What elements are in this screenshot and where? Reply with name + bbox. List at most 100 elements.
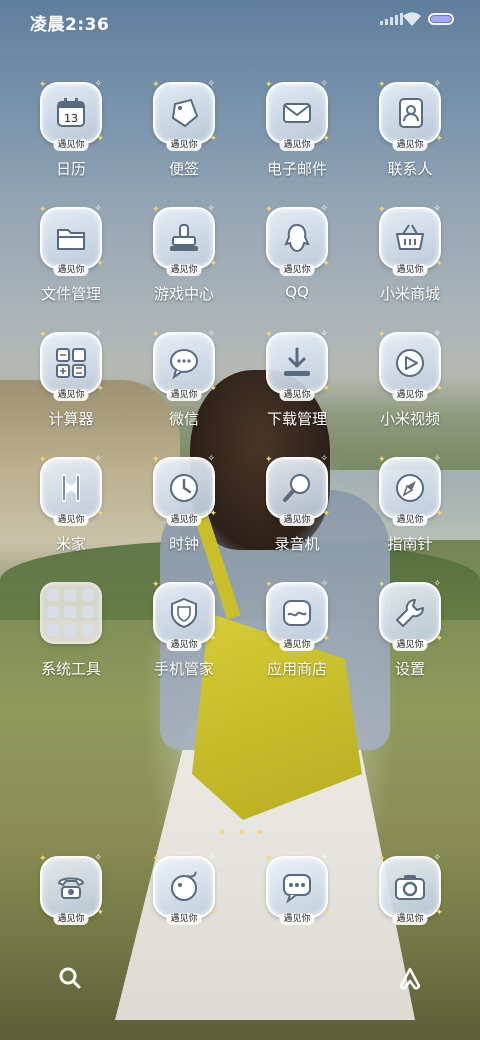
app-badge: 遇见你 xyxy=(279,139,315,151)
qq-icon xyxy=(268,209,326,267)
app-label: 游戏中心 xyxy=(153,285,214,303)
app-badge: 遇见你 xyxy=(166,139,202,151)
app-label: 系统工具 xyxy=(40,660,101,678)
app-calendar[interactable]: ✦ ✦ ✧ 13 遇见你 日历 xyxy=(21,80,121,179)
dock-message[interactable]: ✦ ✦ ✧ 遇见你 xyxy=(247,854,347,925)
app-badge: 遇见你 xyxy=(392,639,428,651)
calendar-icon: 13 xyxy=(42,84,100,142)
app-folder[interactable]: ✦ ✦ ✧ 遇见你 文件管理 xyxy=(21,205,121,304)
status-bar: 凌晨2:36 xyxy=(0,0,480,40)
assistant-icon[interactable] xyxy=(395,963,425,993)
app-shop-basket[interactable]: ✦ ✦ ✧ 遇见你 小米商城 xyxy=(360,205,460,304)
contacts-icon xyxy=(381,84,439,142)
app-download[interactable]: ✦ ✦ ✧ 遇见你 下载管理 xyxy=(247,330,347,429)
app-badge: 遇见你 xyxy=(53,139,89,151)
wechat-icon xyxy=(155,334,213,392)
app-contacts[interactable]: ✦ ✦ ✧ 遇见你 联系人 xyxy=(360,80,460,179)
shop-basket-icon xyxy=(381,209,439,267)
battery-icon xyxy=(428,13,454,25)
app-wechat[interactable]: ✦ ✦ ✧ 遇见你 微信 xyxy=(134,330,234,429)
app-game-center[interactable]: ✦ ✦ ✧ 遇见你 游戏中心 xyxy=(134,205,234,304)
app-badge: 遇见你 xyxy=(279,639,315,651)
wrench-icon xyxy=(381,584,439,642)
app-label: 时钟 xyxy=(168,535,199,553)
app-label: 联系人 xyxy=(387,160,433,178)
mijia-icon xyxy=(42,459,100,517)
app-badge: 遇见你 xyxy=(392,913,428,925)
notes-icon xyxy=(155,84,213,142)
app-label: 指南针 xyxy=(387,535,433,553)
app-mail[interactable]: ✦ ✦ ✧ 遇见你 电子邮件 xyxy=(247,80,347,179)
app-notes[interactable]: ✦ ✦ ✧ 遇见你 便签 xyxy=(134,80,234,179)
app-badge: 遇见你 xyxy=(166,913,202,925)
app-label: 小米视频 xyxy=(379,410,440,428)
app-badge: 遇见你 xyxy=(166,639,202,651)
app-badge: 遇见你 xyxy=(279,389,315,401)
dock-browser[interactable]: ✦ ✦ ✧ 遇见你 xyxy=(134,854,234,925)
app-badge: 遇见你 xyxy=(392,139,428,151)
video-play-icon xyxy=(381,334,439,392)
browser-icon xyxy=(155,858,213,916)
app-label: 电子邮件 xyxy=(266,160,327,178)
svg-text:13: 13 xyxy=(64,112,78,125)
app-badge: 遇见你 xyxy=(392,389,428,401)
app-label: 下载管理 xyxy=(266,410,327,428)
dock-camera[interactable]: ✦ ✦ ✧ 遇见你 xyxy=(360,854,460,925)
app-clock[interactable]: ✦ ✦ ✧ 遇见你 时钟 xyxy=(134,455,234,554)
app-calculator[interactable]: ✦ ✦ ✧ 遇见你 计算器 xyxy=(21,330,121,429)
app-badge: 遇见你 xyxy=(166,514,202,526)
app-store-icon xyxy=(268,584,326,642)
app-label: 便签 xyxy=(168,160,199,178)
app-badge: 遇见你 xyxy=(279,264,315,276)
app-qq[interactable]: ✦ ✦ ✧ 遇见你 QQ xyxy=(247,205,347,302)
app-badge: 遇见你 xyxy=(279,913,315,925)
wifi-icon xyxy=(402,11,422,31)
app-label: 米家 xyxy=(55,535,86,553)
app-badge: 遇见你 xyxy=(53,514,89,526)
app-badge: 遇见你 xyxy=(53,264,89,276)
phone-icon xyxy=(42,858,100,916)
app-label: 录音机 xyxy=(274,535,320,553)
game-center-icon xyxy=(155,209,213,267)
app-wrench[interactable]: ✦ ✦ ✧ 遇见你 设置 xyxy=(360,580,460,679)
calculator-icon xyxy=(42,334,100,392)
app-label: 文件管理 xyxy=(40,285,101,303)
app-label: 应用商店 xyxy=(266,660,327,678)
shield-icon xyxy=(155,584,213,642)
app-badge: 遇见你 xyxy=(392,514,428,526)
page-indicator: ✦ ✦ ✦ xyxy=(218,826,268,839)
app-badge: 遇见你 xyxy=(166,264,202,276)
app-app-store[interactable]: ✦ ✦ ✧ 遇见你 应用商店 xyxy=(247,580,347,679)
dock-phone[interactable]: ✦ ✦ ✧ 遇见你 xyxy=(21,854,121,925)
app-shield[interactable]: ✦ ✦ ✧ 遇见你 手机管家 xyxy=(134,580,234,679)
app-video-play[interactable]: ✦ ✦ ✧ 遇见你 小米视频 xyxy=(360,330,460,429)
app-badge: 遇见你 xyxy=(53,389,89,401)
app-badge: 遇见你 xyxy=(53,913,89,925)
microphone-icon xyxy=(268,459,326,517)
download-icon xyxy=(268,334,326,392)
app-label: 手机管家 xyxy=(153,660,214,678)
app-folder-grid[interactable]: 系统工具 xyxy=(21,582,121,679)
app-microphone[interactable]: ✦ ✦ ✧ 遇见你 录音机 xyxy=(247,455,347,554)
folder-grid-icon xyxy=(40,582,102,644)
mail-icon xyxy=(268,84,326,142)
app-label: 计算器 xyxy=(48,410,94,428)
camera-icon xyxy=(381,858,439,916)
app-badge: 遇见你 xyxy=(279,514,315,526)
message-icon xyxy=(268,858,326,916)
app-badge: 遇见你 xyxy=(166,389,202,401)
compass-icon xyxy=(381,459,439,517)
search-icon[interactable] xyxy=(55,963,85,993)
app-label: QQ xyxy=(285,283,309,301)
app-label: 微信 xyxy=(168,410,199,428)
app-mijia[interactable]: ✦ ✦ ✧ 遇见你 米家 xyxy=(21,455,121,554)
signal-icon xyxy=(380,13,403,25)
app-label: 设置 xyxy=(394,660,425,678)
app-label: 日历 xyxy=(55,160,86,178)
app-label: 小米商城 xyxy=(379,285,440,303)
folder-icon xyxy=(42,209,100,267)
status-time: 凌晨2:36 xyxy=(30,15,110,35)
clock-icon xyxy=(155,459,213,517)
app-compass[interactable]: ✦ ✦ ✧ 遇见你 指南针 xyxy=(360,455,460,554)
app-badge: 遇见你 xyxy=(392,264,428,276)
